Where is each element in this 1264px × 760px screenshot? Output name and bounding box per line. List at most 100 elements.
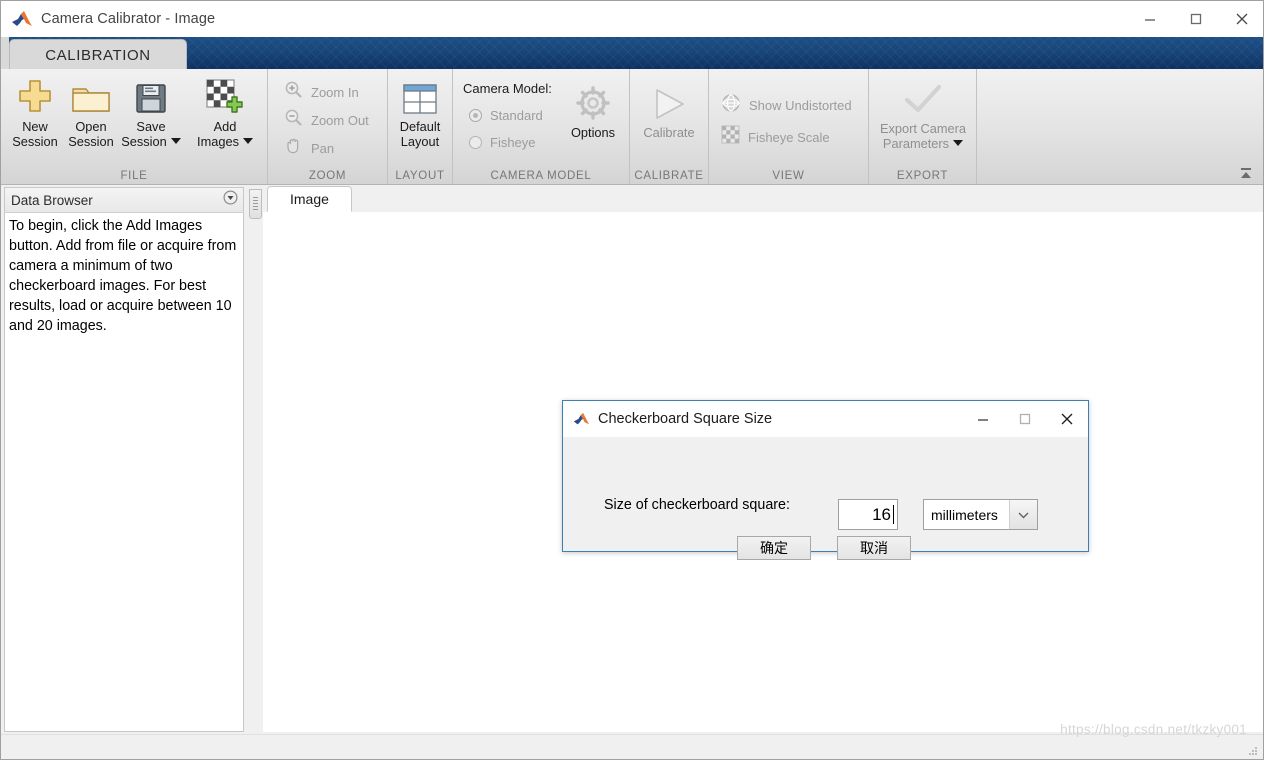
ribbon-group-camera-model: Camera Model: Standard Fisheye Options C…: [453, 69, 630, 184]
dialog-body: Size of checkerboard square: 16 millimet…: [563, 437, 1088, 560]
gear-icon: [575, 81, 611, 121]
matlab-logo-icon: [11, 10, 33, 28]
ribbon-group-calibrate: Calibrate CALIBRATE: [630, 69, 709, 184]
open-session-label-1: Open: [75, 119, 107, 134]
window-title: Camera Calibrator - Image: [41, 11, 216, 27]
dialog-close-button[interactable]: [1046, 401, 1088, 437]
add-images-button[interactable]: Add Images: [193, 75, 257, 149]
add-images-icon: [205, 75, 245, 115]
zoom-out-button[interactable]: Zoom Out: [284, 108, 369, 132]
dialog-ok-button[interactable]: 确定: [737, 536, 811, 560]
calibrate-button[interactable]: Calibrate: [637, 81, 701, 140]
ribbon-group-file: New Session Open Session Save Session Ad…: [1, 69, 268, 184]
ribbon-group-empty: [977, 69, 1263, 184]
options-button[interactable]: Options: [561, 81, 625, 140]
pan-hand-icon: [284, 136, 303, 160]
camera-calibrator-window: Camera Calibrator - Image CALIBRATION Ne…: [0, 0, 1264, 760]
radio-fisheye[interactable]: Fisheye: [469, 135, 536, 150]
ribbon-group-zoom: Zoom In Zoom Out Pan ZOOM: [268, 69, 388, 184]
ribbon-group-calibrate-label: CALIBRATE: [634, 170, 704, 182]
ribbon-tab-strip: CALIBRATION: [1, 37, 1263, 103]
sphere-grid-icon: [721, 93, 741, 118]
save-session-dropdown-caret[interactable]: [170, 138, 181, 144]
watermark: https://blog.csdn.net/tkzky001: [1060, 722, 1247, 737]
checkerboard-icon: [721, 125, 740, 149]
ribbon-group-view: Show Undistorted Fisheye Scale VIEW: [709, 69, 869, 184]
show-undistorted-label: Show Undistorted: [749, 97, 852, 113]
dialog-maximize-button[interactable]: [1004, 401, 1046, 437]
ribbon-group-view-label: VIEW: [772, 170, 805, 182]
ribbon-group-export-label: EXPORT: [896, 170, 949, 182]
pan-label: Pan: [311, 140, 335, 156]
dialog-window-controls: [962, 401, 1088, 437]
floppy-disk-icon: [134, 75, 168, 115]
panel-collapse-icon[interactable]: [223, 190, 238, 210]
splitter-grip[interactable]: [249, 189, 262, 219]
save-session-label-2: Session: [121, 134, 167, 149]
panel-splitter[interactable]: [247, 187, 262, 732]
units-dropdown[interactable]: millimeters: [923, 499, 1038, 530]
zoom-in-button[interactable]: Zoom In: [284, 80, 359, 104]
fisheye-scale-label: Fisheye Scale: [748, 129, 830, 145]
dialog-title: Checkerboard Square Size: [598, 411, 773, 427]
ribbon-group-layout-label: LAYOUT: [395, 170, 445, 182]
show-undistorted-button[interactable]: Show Undistorted: [721, 93, 852, 117]
dialog-cancel-button[interactable]: 取消: [837, 536, 911, 560]
radio-standard-label: Standard: [490, 108, 543, 123]
data-browser-content: To begin, click the Add Images button. A…: [5, 213, 243, 336]
new-session-label-1: New: [22, 119, 48, 134]
chevron-down-icon[interactable]: [1009, 500, 1037, 529]
open-session-button[interactable]: Open Session: [59, 75, 123, 149]
minimize-button[interactable]: [1127, 1, 1173, 37]
export-dropdown-caret[interactable]: [953, 140, 964, 146]
default-layout-label-2: Layout: [400, 134, 440, 149]
plus-icon: [16, 75, 54, 115]
zoom-in-label: Zoom In: [311, 84, 359, 100]
tab-calibration-label: CALIBRATION: [45, 47, 151, 64]
document-tab-bar: Image: [263, 185, 1263, 213]
data-browser-header: Data Browser: [5, 188, 243, 213]
zoom-in-icon: [284, 80, 303, 104]
units-value: millimeters: [931, 506, 998, 523]
add-images-label-2: Images: [197, 134, 239, 149]
tab-image-label: Image: [290, 191, 329, 207]
radio-standard-indicator: [469, 109, 482, 122]
dialog-minimize-button[interactable]: [962, 401, 1004, 437]
maximize-button[interactable]: [1173, 1, 1219, 37]
dialog-title-bar: Checkerboard Square Size: [563, 401, 1088, 437]
close-button[interactable]: [1219, 1, 1263, 37]
default-layout-button[interactable]: Default Layout: [388, 75, 452, 149]
square-size-input[interactable]: 16: [838, 499, 898, 530]
folder-icon: [71, 75, 111, 115]
square-size-value: 16: [872, 504, 891, 524]
save-session-button[interactable]: Save Session: [119, 75, 183, 149]
checkerboard-square-size-dialog: Checkerboard Square Size Size of checker…: [562, 400, 1089, 560]
default-layout-label-1: Default: [399, 119, 441, 134]
ribbon-group-export: Export Camera Parameters EXPORT: [869, 69, 977, 184]
new-session-button[interactable]: New Session: [3, 75, 67, 149]
export-label-2: Parameters: [882, 136, 950, 151]
radio-fisheye-indicator: [469, 136, 482, 149]
tab-image[interactable]: Image: [267, 186, 352, 212]
export-camera-parameters-button[interactable]: Export Camera Parameters: [859, 77, 987, 151]
radio-standard[interactable]: Standard: [469, 108, 543, 123]
ribbon-group-zoom-label: ZOOM: [308, 170, 347, 182]
tab-calibration[interactable]: CALIBRATION: [9, 39, 187, 71]
title-bar: Camera Calibrator - Image: [1, 1, 1263, 37]
banner-texture: [1, 37, 1263, 69]
add-images-label-1: Add: [213, 119, 237, 134]
resize-grip[interactable]: [1247, 744, 1259, 756]
options-label: Options: [570, 125, 616, 140]
matlab-logo-icon: [573, 412, 590, 426]
add-images-dropdown-caret[interactable]: [242, 138, 253, 144]
camera-model-title: Camera Model:: [463, 81, 552, 96]
play-triangle-icon: [649, 81, 689, 121]
radio-fisheye-label: Fisheye: [490, 135, 536, 150]
ribbon-group-camera-model-label: CAMERA MODEL: [490, 170, 592, 182]
fisheye-scale-button[interactable]: Fisheye Scale: [721, 125, 830, 149]
collapse-ribbon-icon[interactable]: [1237, 166, 1255, 182]
zoom-out-label: Zoom Out: [311, 112, 369, 128]
checkmark-icon: [902, 77, 944, 117]
status-bar: [1, 734, 1263, 759]
pan-button[interactable]: Pan: [284, 136, 334, 160]
